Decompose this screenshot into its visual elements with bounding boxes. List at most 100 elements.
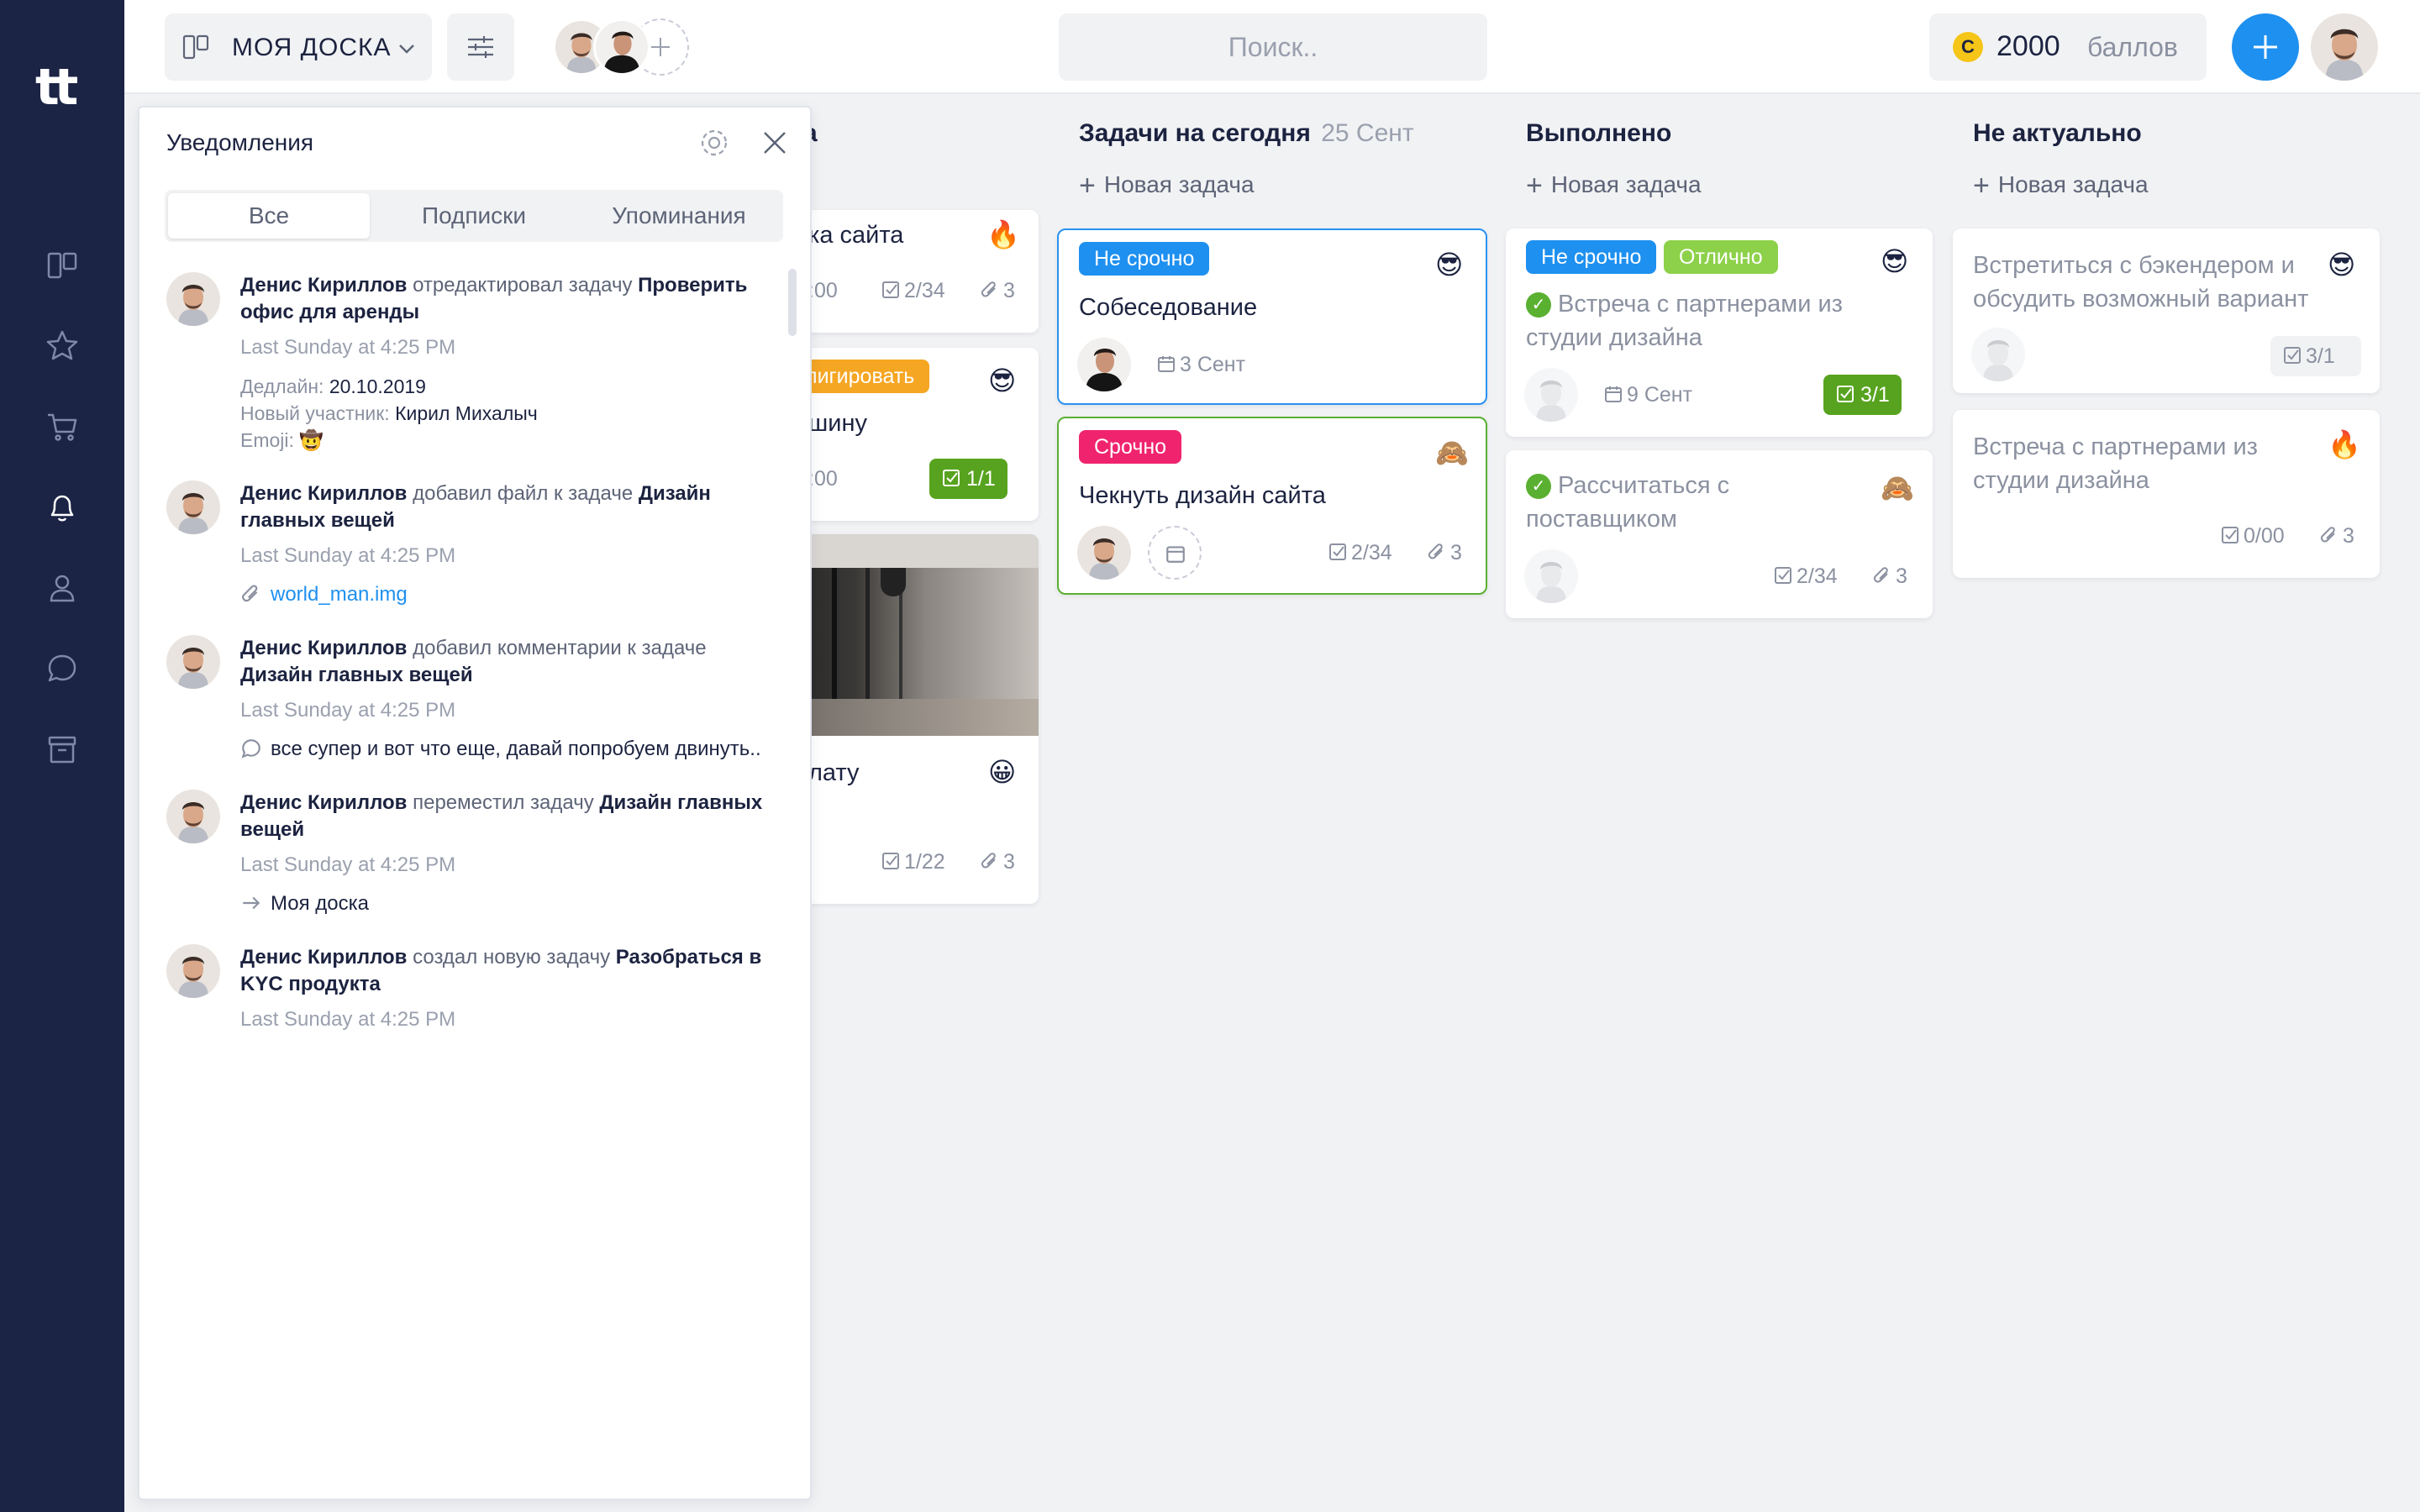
card-attachments: 3 (1427, 541, 1462, 565)
board-selector[interactable]: МОЯ ДОСКА (165, 13, 432, 81)
cart-icon[interactable] (44, 408, 81, 445)
notification-text: Денис Кириллов создал новую задачу Разоб… (240, 946, 762, 995)
new-task-button[interactable]: + Новая задача (1079, 170, 1255, 202)
notification-time: Last Sunday at 4:25 PM (240, 699, 456, 722)
coin-icon: C (1953, 32, 1983, 62)
panel-title: Уведомления (166, 129, 314, 155)
card-attachments: 3 (980, 279, 1015, 303)
card-tag-not-urgent: Не срочно (1079, 242, 1210, 276)
cool-emoji: 😎 (988, 365, 1017, 396)
notification-text: Денис Кириллов переместил задачу Дизайн … (240, 791, 763, 841)
card-date: 9 Сент (1603, 383, 1692, 407)
points-unit: баллов (2087, 32, 2178, 62)
card-title: ✓ Рассчитаться с поставщиком (1526, 472, 1730, 533)
profile-avatar[interactable] (2311, 13, 2378, 81)
chat-icon[interactable] (44, 650, 81, 687)
fire-emoji: 🔥 (986, 218, 1020, 250)
set-date-button[interactable] (1148, 526, 1202, 580)
card-time: :00 (808, 279, 838, 302)
notifications-panel: Уведомления Все Подписки Упоминания Дени… (138, 106, 812, 1500)
attachment-link[interactable]: world_man.img (240, 583, 408, 606)
task-card[interactable]: Встреча с партнерами из студии дизайна 🔥… (1953, 410, 2380, 578)
checklist-icon (1329, 543, 1346, 560)
calendar-icon (1158, 356, 1175, 372)
board-icon[interactable] (44, 247, 81, 284)
gear-icon[interactable] (697, 126, 731, 160)
tab-all[interactable]: Все (168, 193, 370, 239)
assignee-avatar (1077, 338, 1131, 391)
star-icon[interactable] (44, 328, 81, 365)
scrollbar[interactable] (788, 269, 797, 336)
avatar (166, 790, 220, 843)
column-title-irrelevant: Не актуально (1973, 119, 2142, 147)
avatar (166, 480, 220, 534)
detail-emoji: Emoji: 🤠 (240, 429, 324, 451)
plus-icon: + (1973, 170, 1990, 202)
sidebar: tt (0, 0, 124, 1512)
archive-icon[interactable] (44, 731, 81, 768)
assignee-avatar (1971, 328, 2025, 381)
card-attachments: 3 (980, 850, 1015, 874)
checklist-icon (2222, 527, 2238, 543)
card-title: шину (808, 410, 867, 437)
card-checklist: 2/34 (1328, 541, 1392, 565)
column-title-done: Выполнено (1526, 119, 1672, 147)
app-logo[interactable]: tt (35, 62, 89, 113)
avatar (166, 944, 220, 998)
plus-icon: + (1079, 170, 1096, 202)
card-title: Чекнуть дизайн сайта (1079, 482, 1326, 509)
paperclip-icon (1873, 567, 1888, 583)
detail-deadline: Дедлайн: 20.10.2019 (240, 375, 426, 397)
card-attachments: 3 (2319, 524, 2354, 549)
new-task-button[interactable]: + Новая задача (1973, 170, 2149, 202)
user-icon[interactable] (44, 570, 81, 606)
new-task-button[interactable]: + Новая задача (1526, 170, 1702, 202)
card-attachments: 3 (1872, 564, 1907, 589)
task-card[interactable]: Срочно 🙈 Чекнуть дизайн сайта 2/34 3 (1057, 417, 1487, 595)
card-date: 3 Сент (1156, 353, 1245, 377)
cool-emoji: 😎 (2328, 249, 2356, 281)
plus-icon (651, 38, 670, 56)
arrow-right-icon (243, 896, 260, 910)
assignee-avatar (1077, 526, 1131, 580)
checklist-badge: 3/1 (2270, 336, 2361, 376)
column-date: 25 Сент (1321, 119, 1414, 147)
member-avatar[interactable] (593, 18, 650, 76)
card-time: :00 (808, 467, 838, 491)
task-card[interactable]: Не срочно Отлично 😎 ✓ Встреча с партнерам… (1506, 228, 1933, 437)
notification-tabs: Все Подписки Упоминания (165, 190, 783, 242)
filter-button[interactable] (447, 13, 514, 81)
monkey-emoji: 🙈 (1435, 437, 1469, 469)
checklist-done-badge: 3/1 (1823, 375, 1902, 415)
close-icon[interactable] (760, 128, 790, 158)
assignee-avatar (1524, 549, 1578, 603)
bell-icon[interactable] (44, 489, 81, 526)
checklist-icon (1775, 567, 1791, 584)
checklist-icon (1837, 386, 1854, 402)
search-input[interactable] (1059, 13, 1487, 81)
task-card[interactable]: 🙈 ✓ Рассчитаться с поставщиком 2/34 3 (1506, 450, 1933, 618)
paperclip-icon (981, 281, 996, 297)
checklist-icon (882, 281, 899, 298)
task-card[interactable]: Встретиться с бэкендером и обсудить возм… (1953, 228, 2380, 393)
card-title: ка сайта (808, 222, 904, 249)
card-checklist: 0/00 (2220, 524, 2285, 549)
comment-preview: все супер и вот что еще, давай попробуем… (240, 738, 761, 761)
card-title: Собеседование (1079, 294, 1258, 321)
notification-text: Денис Кириллов добавил комментарии к зад… (240, 637, 707, 686)
add-button[interactable] (2232, 13, 2299, 81)
monkey-emoji: 🙈 (1881, 472, 1914, 504)
notification-time: Last Sunday at 4:25 PM (240, 336, 456, 359)
paperclip-icon (1428, 543, 1443, 559)
tab-mentions[interactable]: Упоминания (578, 193, 780, 239)
calendar-icon (1166, 546, 1185, 563)
sliders-icon (468, 36, 493, 58)
detail-new-member: Новый участник: Кирил Михалыч (240, 402, 538, 424)
paperclip-icon (2320, 527, 2335, 543)
card-tag-not-urgent: Не срочно (1526, 240, 1657, 274)
points-balance: C 2000 баллов (1929, 13, 2207, 81)
assignee-avatar (1524, 368, 1578, 422)
board-name: МОЯ ДОСКА (232, 34, 392, 61)
task-card[interactable]: Не срочно 😎 Собеседование 3 Сент (1057, 228, 1487, 405)
tab-subscriptions[interactable]: Подписки (373, 193, 575, 239)
